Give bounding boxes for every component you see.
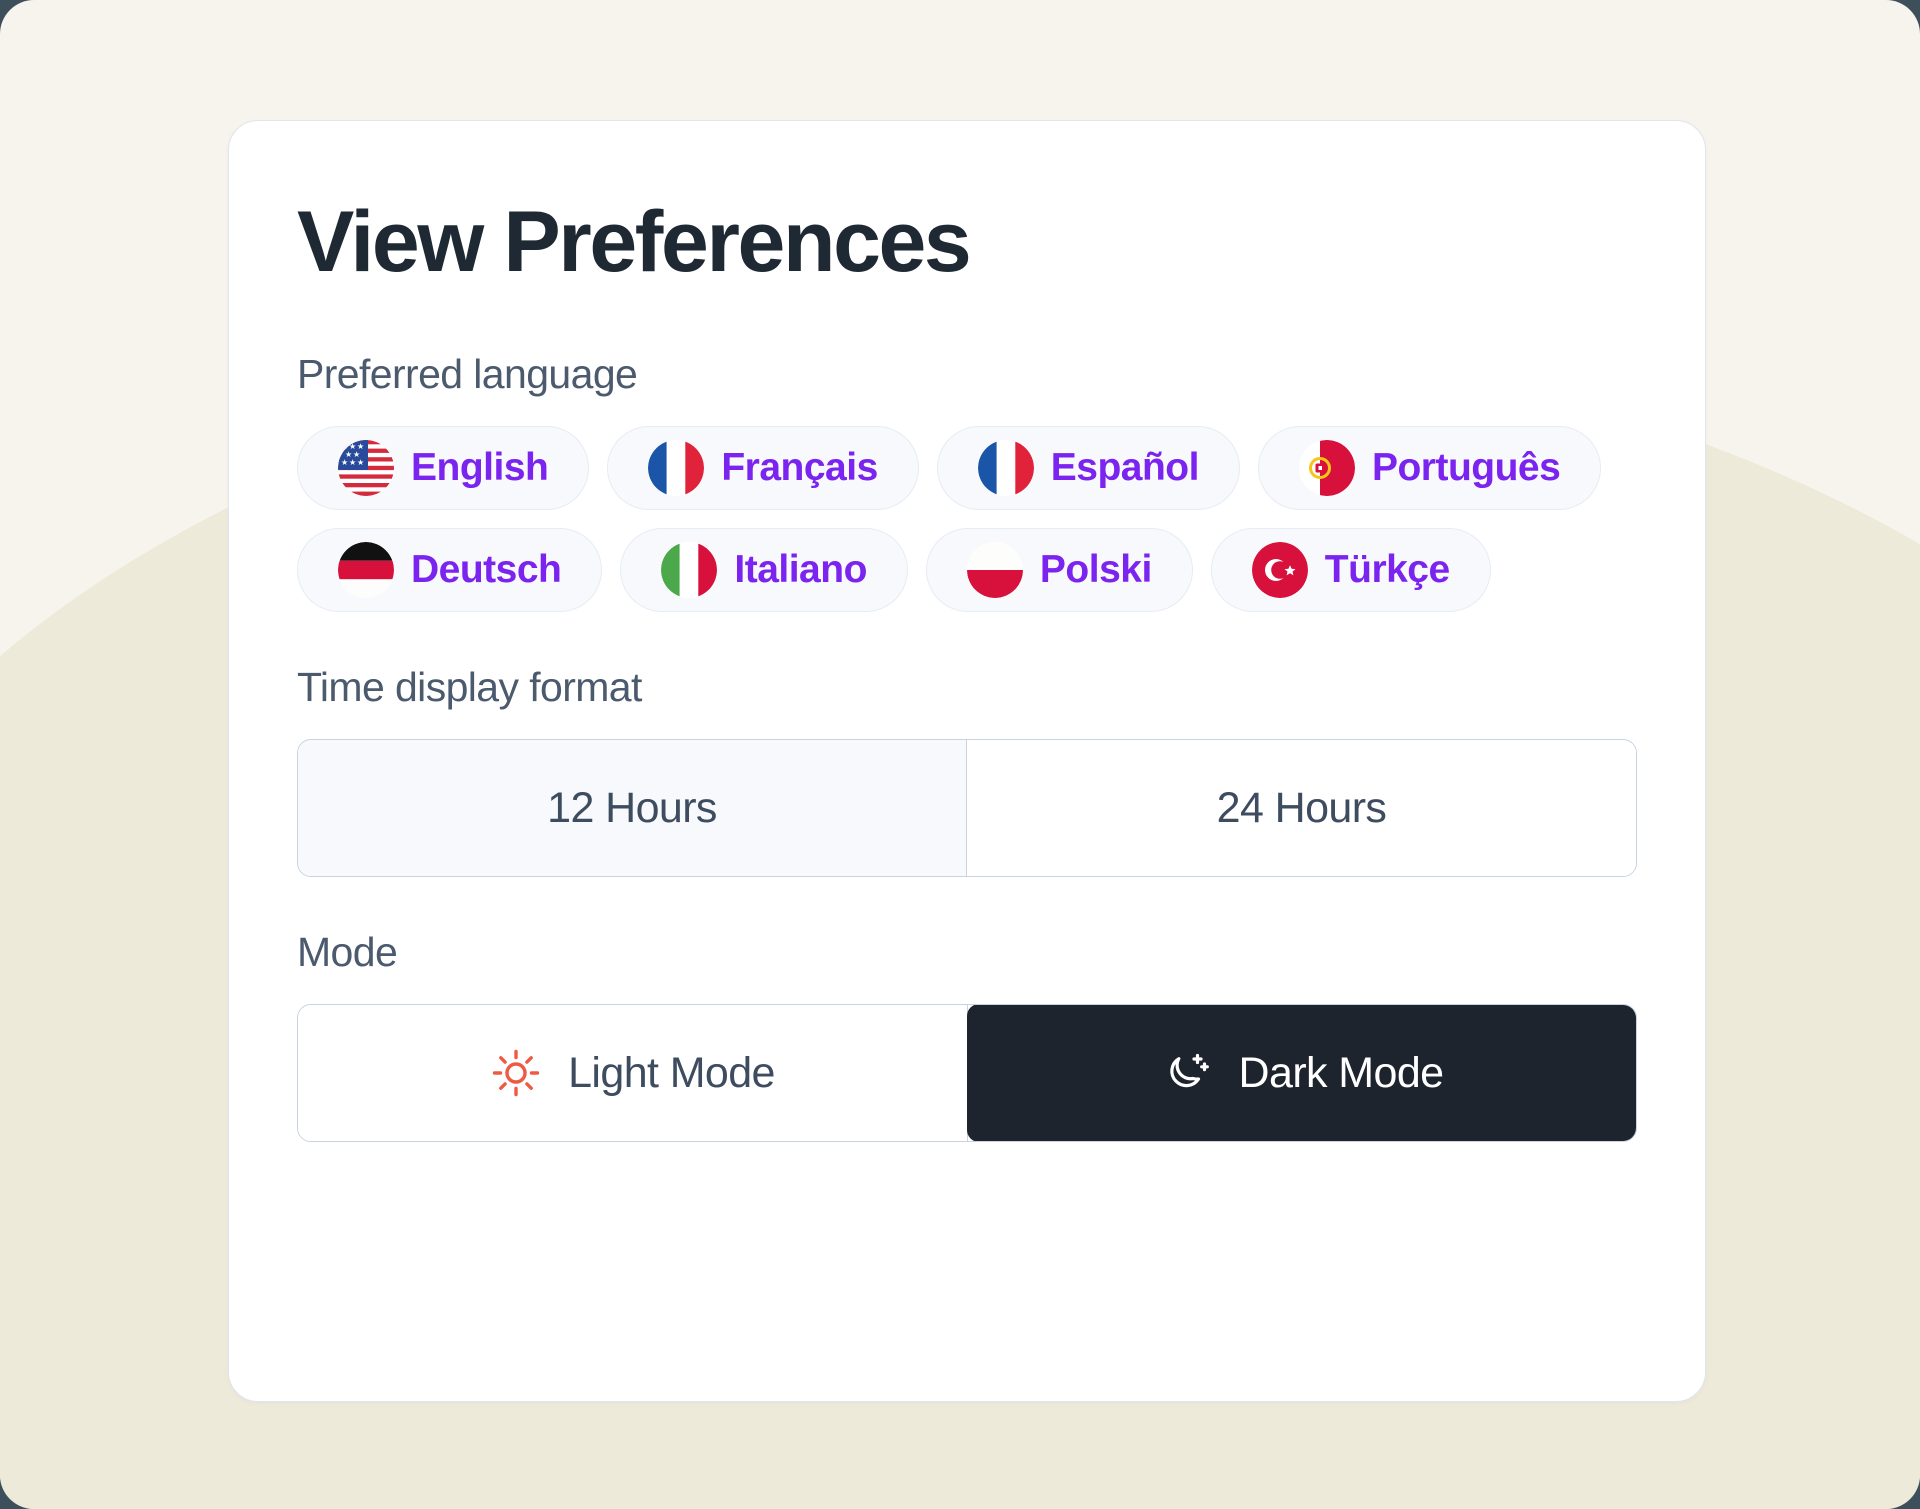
flag-us-icon: ★ ★ ★ ★ ★ ★ ★ ★ <box>338 440 394 496</box>
language-chip-label: Türkçe <box>1324 548 1450 591</box>
language-chip-francais[interactable]: Français <box>607 426 919 510</box>
language-chip-label: Italiano <box>734 548 867 591</box>
moon-icon <box>1161 1047 1213 1099</box>
preferences-card: View Preferences Preferred language ★ ★ … <box>228 120 1706 1402</box>
mode-option-light[interactable]: Light Mode <box>298 1005 968 1141</box>
sun-icon <box>490 1047 542 1099</box>
mode-option-dark[interactable]: Dark Mode <box>967 1005 1636 1141</box>
language-chip-label: Polski <box>1039 548 1152 591</box>
time-format-option-24h[interactable]: 24 Hours <box>967 740 1636 876</box>
flag-pt-icon <box>1298 440 1355 496</box>
language-chip-group: ★ ★ ★ ★ ★ ★ ★ ★ English Français Español… <box>297 426 1607 612</box>
language-chip-label: Português <box>1371 446 1561 489</box>
mode-label: Mode <box>297 929 398 975</box>
language-chip-turkce[interactable]: Türkçe <box>1210 528 1491 612</box>
language-chip-english[interactable]: ★ ★ ★ ★ ★ ★ ★ ★ English <box>297 426 590 510</box>
mode-control: Light Mode Dark Mode <box>297 1004 1637 1142</box>
time-format-option-12h[interactable]: 12 Hours <box>298 740 967 876</box>
flag-fr-icon <box>648 440 705 496</box>
page-title: View Preferences <box>297 194 972 290</box>
flag-it-icon <box>661 542 718 598</box>
language-chip-label: Français <box>721 446 878 489</box>
svg-text:★: ★ <box>349 458 356 467</box>
svg-text:★: ★ <box>341 458 348 467</box>
preferences-page: View Preferences Preferred language ★ ★ … <box>0 0 1920 1509</box>
time-format-label: Time display format <box>297 664 642 710</box>
time-format-control: 12 Hours 24 Hours <box>297 739 1637 877</box>
preferred-language-label: Preferred language <box>297 351 638 397</box>
flag-de-icon <box>338 542 394 598</box>
language-chip-label: Español <box>1050 446 1200 489</box>
language-chip-espanol[interactable]: Español <box>936 426 1240 510</box>
svg-text:★: ★ <box>357 458 364 467</box>
flag-pl-icon <box>966 542 1023 598</box>
flag-fr-icon <box>977 440 1034 496</box>
mode-option-label: Light Mode <box>568 1048 775 1097</box>
time-format-option-label: 24 Hours <box>1216 783 1387 832</box>
language-chip-italiano[interactable]: Italiano <box>620 528 908 612</box>
language-chip-deutsch[interactable]: Deutsch <box>297 528 603 612</box>
language-chip-portugues[interactable]: Português <box>1257 426 1602 510</box>
flag-tr-icon <box>1251 542 1308 598</box>
language-chip-label: English <box>411 446 549 489</box>
language-chip-polski[interactable]: Polski <box>925 528 1193 612</box>
mode-option-label: Dark Mode <box>1238 1048 1445 1097</box>
language-chip-label: Deutsch <box>411 548 562 591</box>
time-format-option-label: 12 Hours <box>547 783 717 832</box>
